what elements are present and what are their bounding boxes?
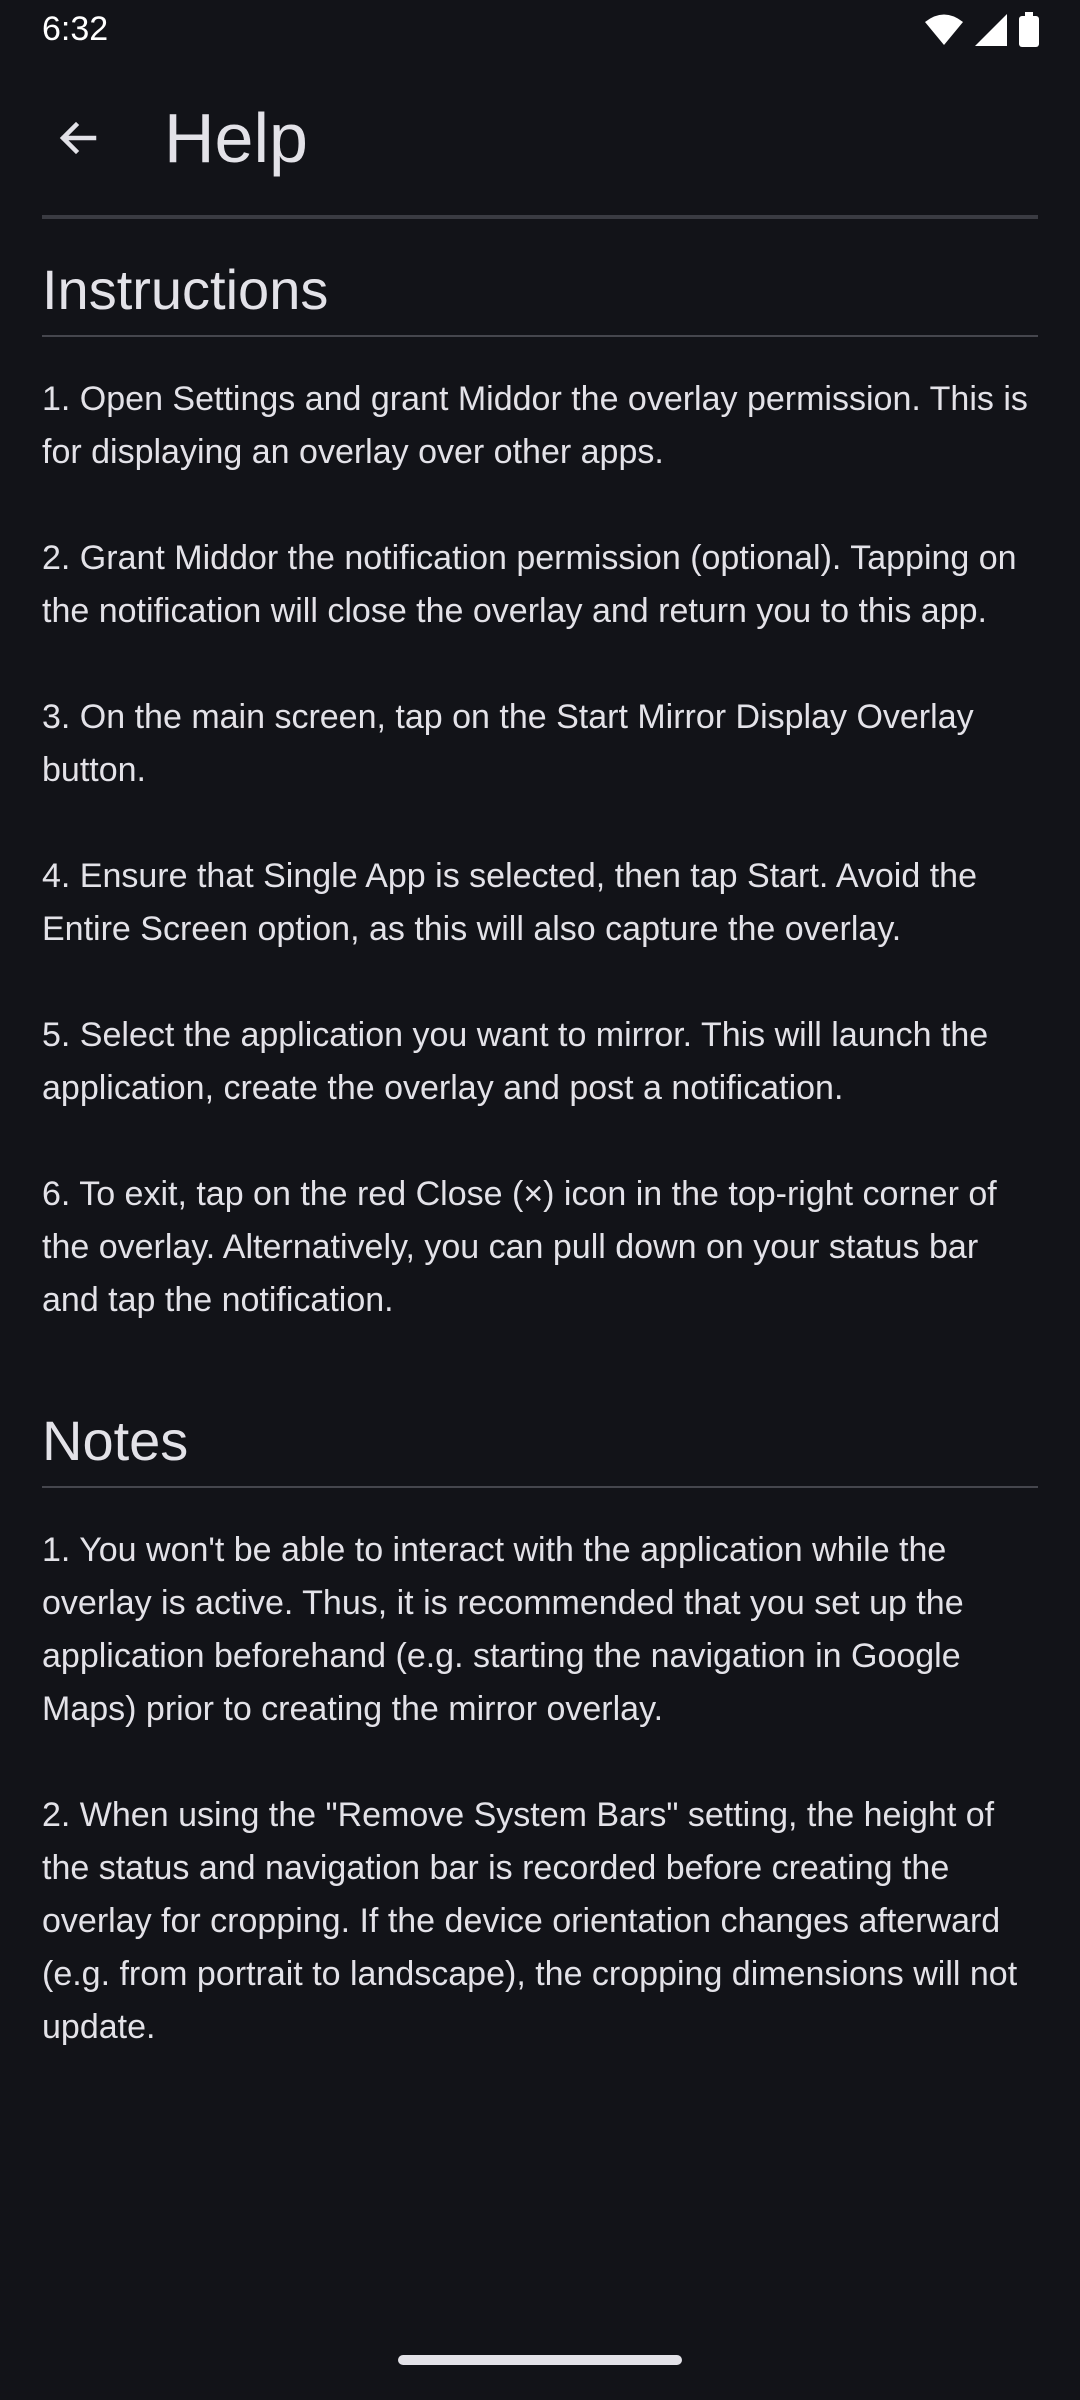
page-title: Help	[164, 99, 308, 177]
arrow-left-icon	[54, 114, 102, 167]
status-bar: 6:32	[0, 0, 1080, 62]
instruction-item: 5. Select the application you want to mi…	[42, 1016, 989, 1108]
instruction-item: 3. On the main screen, tap on the Start …	[42, 698, 974, 790]
app-bar: Help	[0, 70, 1080, 210]
battery-icon	[1018, 12, 1040, 53]
notes-section: Notes 1. You won't be able to interact w…	[42, 1407, 1038, 2054]
back-button[interactable]	[36, 98, 120, 182]
instruction-item: 6. To exit, tap on the red Close (×) ico…	[42, 1175, 997, 1320]
help-content[interactable]: Instructions 1. Open Settings and grant …	[42, 256, 1038, 2107]
signal-icon	[974, 13, 1008, 52]
app-bar-divider	[42, 215, 1038, 219]
status-time: 6:32	[42, 10, 109, 48]
notes-divider	[42, 1486, 1038, 1489]
instructions-section: Instructions 1. Open Settings and grant …	[42, 256, 1038, 1327]
instructions-title: Instructions	[42, 258, 329, 321]
status-icons	[924, 12, 1040, 53]
instruction-item: 4. Ensure that Single App is selected, t…	[42, 857, 977, 949]
instruction-item: 1. Open Settings and grant Middor the ov…	[42, 380, 1028, 472]
instructions-divider	[42, 335, 1038, 338]
notes-title: Notes	[42, 1409, 189, 1473]
wifi-icon	[924, 13, 964, 52]
note-item: 1. You won't be able to interact with th…	[42, 1531, 964, 1729]
home-indicator[interactable]	[398, 2355, 682, 2365]
note-item: 2. When using the "Remove System Bars" s…	[42, 1796, 1018, 2047]
instruction-item: 2. Grant Middor the notification permiss…	[42, 539, 1017, 631]
